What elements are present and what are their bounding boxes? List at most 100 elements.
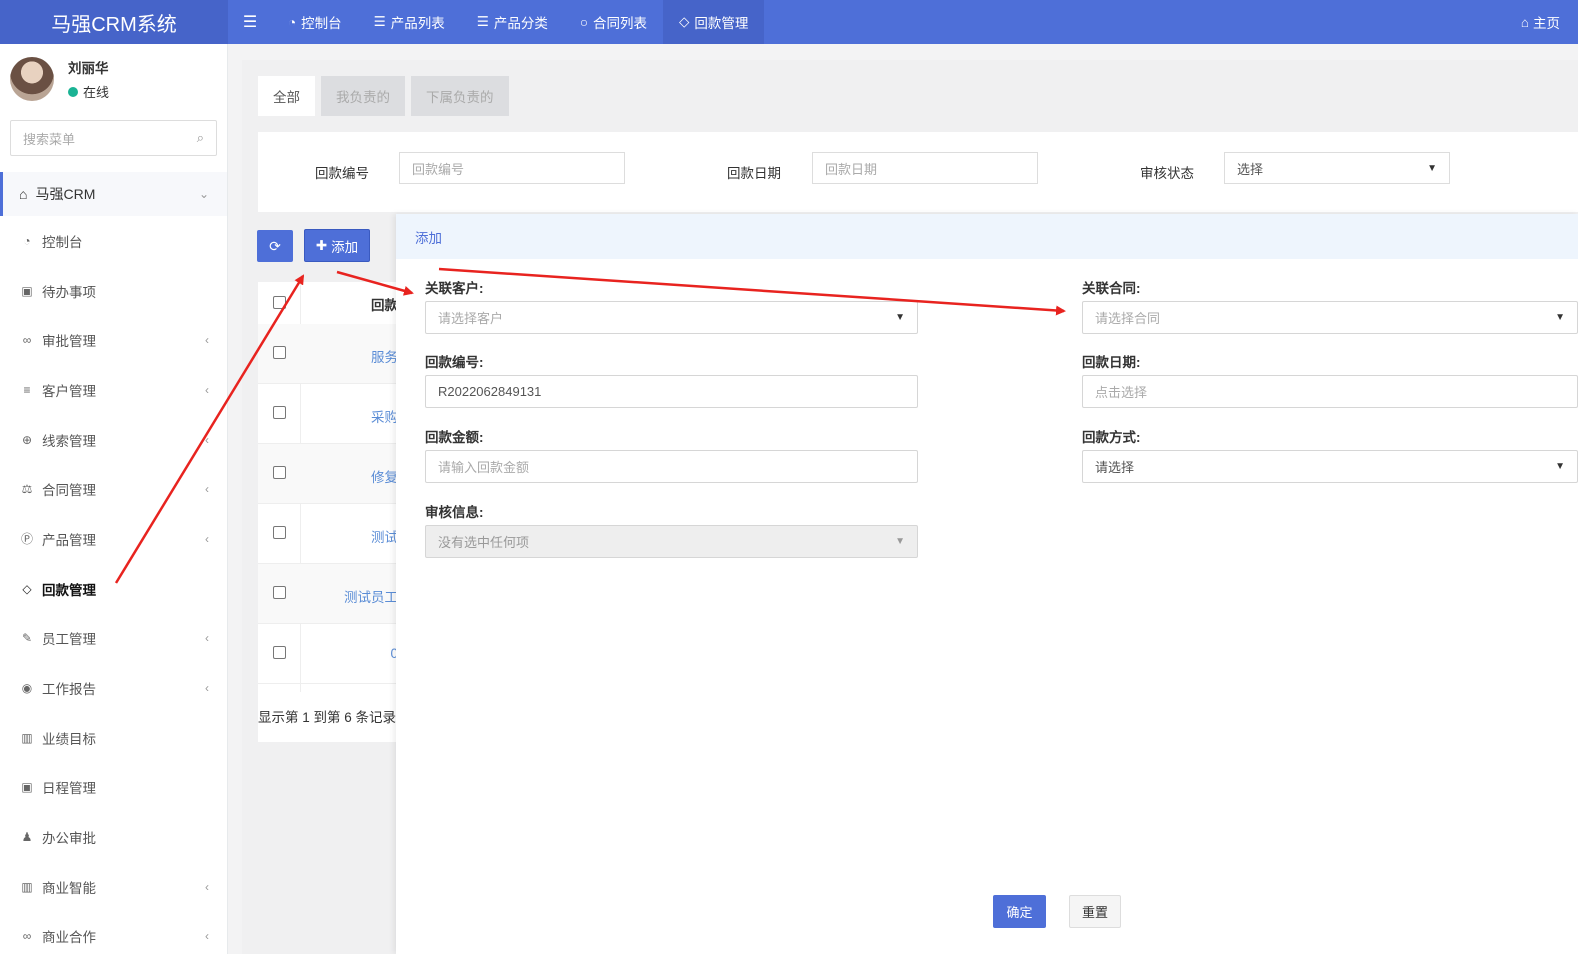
pagination-info: 显示第 1 到第 6 条记录 [258,710,397,725]
reset-button[interactable]: 重置 [1069,895,1121,928]
refresh-button[interactable]: ⟳ [257,230,293,262]
calendar-check-icon: ▣ [21,283,33,298]
sidebar-item-todo[interactable]: ▣ 待办事项 [0,266,227,316]
sidebar-item-dashboard[interactable]: ◔ 控制台 [0,216,227,266]
sliders-icon: ≡ [23,382,31,397]
sidebar: 刘丽华 在线 搜索菜单 ⌕ ⌂ 马强CRM ⌄ ◔ 控制台 ▣ 待办事项 ∞ 审批管理… [0,44,228,954]
home-link[interactable]: ⌂ 主页 [1521,0,1560,44]
caret-down-icon: ▼ [1555,312,1565,323]
sidebar-group-crm[interactable]: ⌂ 马强CRM ⌄ [0,172,227,216]
product-p-icon: Ⓟ [20,532,33,547]
balance-scale-icon: ⚖ [21,482,33,497]
sidebar-item-payments[interactable]: ◇ 回款管理 [0,564,227,614]
table-cell-link[interactable]: 测试 [371,526,398,546]
topnav-contract-list[interactable]: ○ 合同列表 [564,0,663,44]
amount-input[interactable]: 请输入回款金额 [425,450,918,483]
filter-status-select[interactable]: 选择 ▼ [1224,152,1450,184]
sidebar-item-office-approval[interactable]: ♟ 办公审批 [0,812,227,862]
payment-no-value: R2022062849131 [438,384,542,399]
table-cell-link[interactable]: 采购 [371,406,398,426]
customer-select[interactable]: 请选择客户 ▼ [425,301,918,334]
filter-status-value: 选择 [1237,161,1264,177]
user-tie-icon: ♟ [21,830,33,845]
audit-value: 没有选中任何项 [438,535,530,550]
sidebar-item-customers[interactable]: ≡ 客户管理 ‹ [0,365,227,415]
select-all-checkbox[interactable] [273,296,286,309]
filter-date-label: 回款日期 [727,166,781,181]
sidebar-item-label: 办公审批 [42,831,96,847]
contract-select[interactable]: 请选择合同 ▼ [1082,301,1578,334]
topnav-dashboard[interactable]: ◔ 控制台 [272,0,358,44]
tab-all[interactable]: 全部 [258,76,315,116]
menu-toggle-icon[interactable]: ☰ [228,12,272,32]
caret-down-icon: ▼ [895,536,905,547]
diamond-icon: ◇ [22,581,32,596]
add-button[interactable]: ✚ 添加 [304,229,370,262]
sidebar-item-employees[interactable]: ✎ 员工管理 ‹ [0,614,227,664]
topnav-product-list[interactable]: ☰ 产品列表 [358,0,461,44]
caret-down-icon: ▼ [895,312,905,323]
tab-bar: 全部 我负责的 下属负责的 [258,76,509,116]
sidebar-item-reports[interactable]: ◉ 工作报告 ‹ [0,663,227,713]
audit-label: 审核信息: [425,505,484,520]
sidebar-item-schedule[interactable]: ▣ 日程管理 [0,763,227,813]
method-value: 请选择 [1095,460,1135,475]
table-cell-link[interactable]: 测试员工 [344,586,398,606]
bar-chart-icon: ▥ [21,730,33,745]
dashboard-icon: ◔ [23,233,31,248]
row-checkbox[interactable] [273,346,286,359]
payment-date-input[interactable]: 点击选择 [1082,375,1578,408]
filter-date-input[interactable]: 回款日期 [812,152,1038,184]
sidebar-item-targets[interactable]: ▥ 业绩目标 [0,713,227,763]
sidebar-item-bi[interactable]: ▥ 商业智能 ‹ [0,862,227,912]
audit-select[interactable]: 没有选中任何项 ▼ [425,525,918,558]
table-row[interactable]: 测试员工 [258,564,398,624]
topnav-product-category[interactable]: ☰ 产品分类 [461,0,564,44]
filter-no-input[interactable]: 回款编号 [399,152,625,184]
amount-placeholder: 请输入回款金额 [438,460,530,475]
app-title[interactable]: 马强CRM系统 [0,0,228,44]
sidebar-item-label: 产品管理 [42,532,96,548]
sidebar-item-leads[interactable]: ⊕ 线索管理 ‹ [0,415,227,465]
row-checkbox[interactable] [273,646,286,659]
sidebar-item-label: 待办事项 [42,284,96,300]
filter-status-label: 审核状态 [1140,166,1194,181]
sidebar-item-label: 员工管理 [42,632,96,648]
tab-mine[interactable]: 我负责的 [321,76,405,116]
row-checkbox[interactable] [273,406,286,419]
sidebar-item-label: 线索管理 [42,433,96,449]
table-cell-link[interactable]: 修复 [371,466,398,486]
sidebar-item-approval[interactable]: ∞ 审批管理 ‹ [0,315,227,365]
row-checkbox[interactable] [273,526,286,539]
dashboard-icon: ◔ [288,14,297,30]
payment-date-label: 回款日期: [1082,355,1141,370]
table-row[interactable]: 采购 [258,384,398,444]
menu-search-placeholder: 搜索菜单 [23,131,76,147]
table-cell-link[interactable]: 服务 [371,346,398,366]
row-checkbox[interactable] [273,586,286,599]
rebel-icon: ◉ [21,681,33,696]
menu-search-input[interactable]: 搜索菜单 ⌕ [10,120,217,156]
sidebar-item-label: 工作报告 [42,682,96,698]
table-row[interactable]: 测试 [258,504,398,564]
chevron-left-icon: ‹ [205,333,209,348]
table-row[interactable]: 服务 [258,324,398,384]
tab-subordinates[interactable]: 下属负责的 [411,76,509,116]
topnav-payment-management[interactable]: ◇ 回款管理 [663,0,765,44]
table-row[interactable]: 0 [258,624,398,684]
sidebar-item-cooperation[interactable]: ∞ 商业合作 ‹ [0,912,227,954]
payments-table: 回款 服务 采购 修复 测试 测试员工 0 [258,282,398,742]
home-label: 主页 [1533,16,1560,31]
sidebar-group-label: 马强CRM [35,186,96,202]
row-checkbox[interactable] [273,466,286,479]
sidebar-item-label: 日程管理 [42,781,96,797]
table-row[interactable]: 修复 [258,444,398,504]
payment-no-input[interactable]: R2022062849131 [425,375,918,408]
avatar[interactable] [10,57,54,101]
sidebar-item-contracts[interactable]: ⚖ 合同管理 ‹ [0,464,227,514]
confirm-button[interactable]: 确定 [993,895,1046,928]
customer-label: 关联客户: [425,281,484,296]
sidebar-item-products[interactable]: Ⓟ 产品管理 ‹ [0,514,227,564]
method-select[interactable]: 请选择 ▼ [1082,450,1578,483]
online-dot-icon [68,86,78,97]
